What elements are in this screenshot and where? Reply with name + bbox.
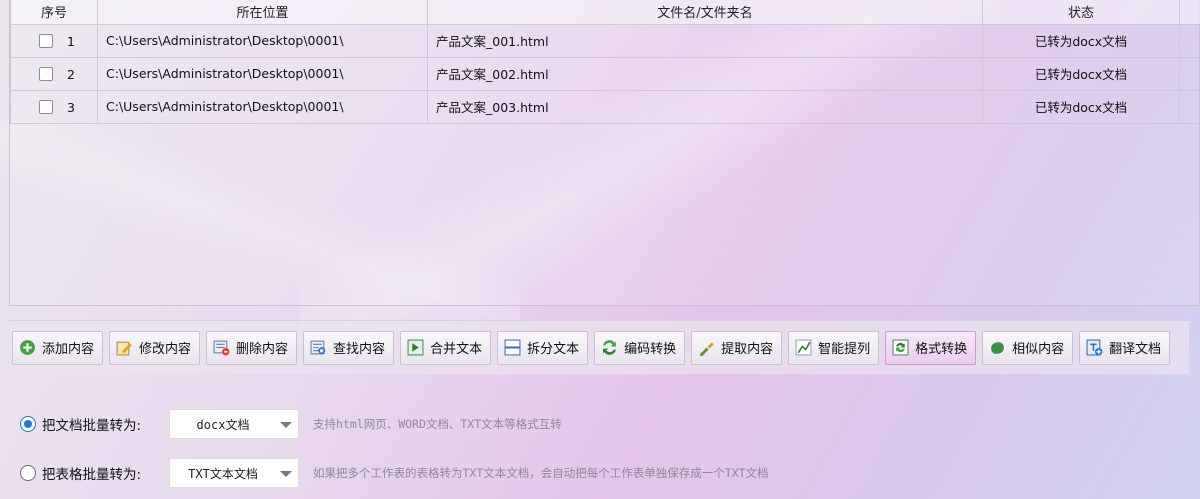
sheet-convert-hint: 如果把多个工作表的表格转为TXT文本文档，会自动把每个工作表单独保存成一个TXT…: [313, 466, 769, 480]
row-filename: 产品文案_003.html: [427, 89, 983, 124]
table-row[interactable]: 3 C:\Users\Administrator\Desktop\0001\ 产…: [10, 89, 1200, 124]
column-header-status[interactable]: 状态: [982, 0, 1180, 25]
file-table: 序号 所在位置 文件名/文件夹名 状态 1 C:\Users\Administr…: [9, 0, 1200, 306]
doc-convert-hint: 支持html网页、WORD文档、TXT文本等格式互转: [313, 417, 562, 431]
split-text-button[interactable]: 拆分文本: [497, 330, 589, 365]
row-path: C:\Users\Administrator\Desktop\0001\: [97, 23, 428, 58]
similar-content-label: 相似内容: [1012, 342, 1065, 357]
format-convert-label: 格式转换: [915, 342, 968, 357]
edit-content-label: 修改内容: [139, 342, 192, 357]
row-number: 3: [67, 99, 75, 115]
extract-icon: [700, 342, 715, 356]
row-status: 已转为docx文档: [982, 23, 1180, 58]
add-icon: [20, 340, 35, 355]
smart-column-icon: [795, 339, 812, 356]
sheet-format-value: TXT文本文档: [188, 466, 258, 481]
row-path: C:\Users\Administrator\Desktop\0001\: [97, 56, 428, 91]
row-status: 已转为docx文档: [982, 56, 1180, 91]
add-content-label: 添加内容: [42, 342, 95, 357]
encoding-convert-button[interactable]: 编码转换: [594, 330, 686, 365]
edit-content-button[interactable]: 修改内容: [109, 330, 201, 365]
column-header-filename[interactable]: 文件名/文件夹名: [427, 0, 983, 25]
extract-content-button[interactable]: 提取内容: [691, 330, 783, 365]
sheet-format-select[interactable]: TXT文本文档: [169, 458, 299, 488]
split-text-label: 拆分文本: [527, 342, 580, 357]
translate-doc-label: 翻译文档: [1109, 342, 1162, 357]
function-toolbar: 添加内容 修改内容 删除内容 查找内容 合并文本 拆分文本 编码转换 提取内容 …: [9, 320, 1189, 374]
column-header-location[interactable]: 所在位置: [97, 0, 428, 25]
doc-format-value: docx文档: [196, 417, 250, 432]
row-checkbox[interactable]: [39, 67, 53, 81]
similar-content-button[interactable]: 相似内容: [982, 330, 1074, 365]
row-number: 1: [67, 33, 75, 49]
doc-convert-label: 把文档批量转为:: [42, 418, 142, 434]
smart-column-button[interactable]: 智能提列: [788, 330, 880, 365]
doc-convert-radio[interactable]: [20, 416, 36, 432]
find-content-label: 查找内容: [333, 342, 386, 357]
delete-content-button[interactable]: 删除内容: [206, 330, 298, 365]
delete-content-label: 删除内容: [236, 342, 289, 357]
row-checkbox[interactable]: [39, 100, 53, 114]
column-header-filler: [1179, 0, 1200, 25]
find-content-button[interactable]: 查找内容: [303, 330, 395, 365]
sheet-convert-radio[interactable]: [20, 465, 36, 481]
chevron-down-icon: [280, 471, 292, 477]
table-row[interactable]: 1 C:\Users\Administrator\Desktop\0001\ 产…: [10, 23, 1200, 58]
split-icon: [504, 339, 521, 356]
row-filename: 产品文案_001.html: [427, 23, 983, 58]
edit-icon: [116, 341, 132, 356]
row-filler: [1179, 89, 1200, 124]
row-number: 2: [67, 66, 75, 82]
sheet-convert-option: 把表格批量转为: TXT文本文档 如果把多个工作表的表格转为TXT文本文档，会自…: [20, 457, 769, 489]
row-checkbox[interactable]: [39, 34, 53, 48]
translate-icon: [1086, 339, 1103, 356]
delete-icon: [213, 340, 230, 356]
table-header-row: 序号 所在位置 文件名/文件夹名 状态: [10, 0, 1200, 25]
encoding-convert-label: 编码转换: [624, 342, 677, 357]
merge-text-button[interactable]: 合并文本: [400, 330, 492, 365]
row-filename: 产品文案_002.html: [427, 56, 983, 91]
merge-text-label: 合并文本: [430, 342, 483, 357]
smart-column-label: 智能提列: [818, 342, 871, 357]
row-path: C:\Users\Administrator\Desktop\0001\: [97, 89, 428, 124]
format-convert-icon: [892, 339, 909, 356]
sheet-convert-label: 把表格批量转为:: [42, 467, 142, 483]
row-status: 已转为docx文档: [982, 89, 1180, 124]
column-header-seq[interactable]: 序号: [10, 0, 98, 25]
doc-format-select[interactable]: docx文档: [169, 409, 299, 439]
table-row[interactable]: 2 C:\Users\Administrator\Desktop\0001\ 产…: [10, 56, 1200, 91]
add-content-button[interactable]: 添加内容: [12, 330, 104, 365]
format-convert-button[interactable]: 格式转换: [885, 330, 977, 365]
similar-icon: [991, 342, 1005, 354]
chevron-down-icon: [280, 422, 292, 428]
extract-content-label: 提取内容: [721, 342, 774, 357]
find-icon: [310, 340, 326, 355]
merge-icon: [407, 339, 424, 356]
encode-icon: [603, 340, 616, 355]
row-filler: [1179, 56, 1200, 91]
translate-doc-button[interactable]: 翻译文档: [1079, 330, 1171, 365]
row-filler: [1179, 23, 1200, 58]
doc-convert-option: 把文档批量转为: docx文档 支持html网页、WORD文档、TXT文本等格式…: [20, 408, 562, 440]
